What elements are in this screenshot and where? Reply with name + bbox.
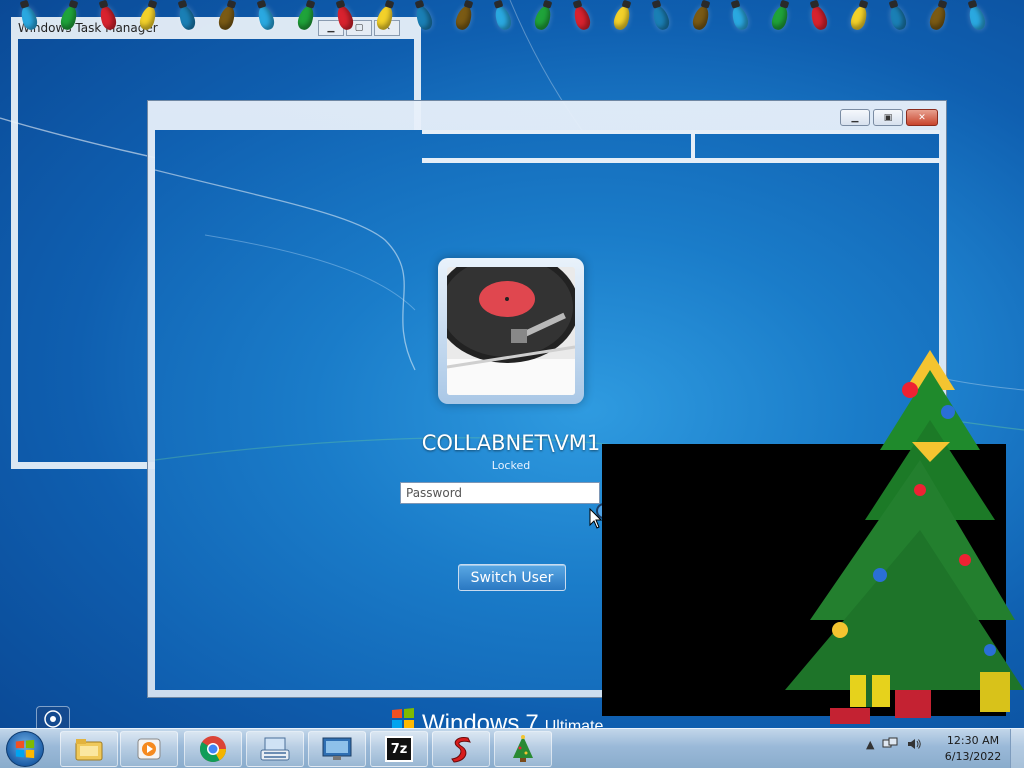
s-app-icon: [451, 737, 471, 763]
christmas-bulb: [571, 4, 593, 32]
mouse-cursor-icon: [589, 508, 603, 529]
show-desktop-button[interactable]: [1010, 729, 1024, 768]
christmas-bulb: [374, 4, 395, 32]
christmas-bulb: [255, 4, 277, 32]
user-avatar: [438, 258, 584, 404]
christmas-bulb: [453, 4, 474, 32]
show-hidden-icons-icon[interactable]: ▲: [866, 738, 874, 751]
password-field[interactable]: [400, 482, 600, 504]
chrome-icon: [199, 736, 227, 763]
inner-frame-top: [422, 130, 940, 134]
inner-frame-divider: [691, 130, 695, 160]
username-label: COLLABNET\VM1: [421, 431, 601, 455]
taskbar-slickedit[interactable]: [432, 731, 490, 767]
clock-date: 6/13/2022: [944, 750, 1002, 763]
christmas-bulb: [887, 4, 909, 32]
christmas-bulb: [729, 4, 751, 32]
on-screen-keyboard-icon: [260, 737, 290, 761]
christmas-bulb: [650, 4, 672, 32]
christmas-bulb: [966, 4, 988, 32]
taskbar-christmas-tree[interactable]: [494, 731, 552, 767]
inner-frame-bottom: [422, 158, 940, 163]
window-controls: ▁ ▣ ✕: [840, 109, 938, 126]
system-tray: ▲: [866, 737, 922, 751]
close-button[interactable]: ✕: [906, 109, 938, 126]
taskbar-chrome[interactable]: [184, 731, 242, 767]
christmas-bulb: [532, 4, 553, 32]
christmas-bulb: [97, 4, 119, 32]
taskbar-media[interactable]: [120, 731, 178, 767]
christmas-bulb: [334, 4, 356, 32]
christmas-bulb: [611, 4, 632, 32]
minimize-button[interactable]: ▁: [840, 109, 870, 126]
christmas-bulb: [216, 4, 237, 32]
maximize-button[interactable]: ▣: [873, 109, 903, 126]
windows-start-icon: [15, 739, 35, 759]
christmas-bulb: [58, 4, 79, 32]
christmas-tree-image: [785, 350, 1024, 724]
christmas-bulb: [927, 4, 948, 32]
lock-status-label: Locked: [491, 459, 531, 472]
christmas-bulb: [492, 4, 514, 32]
network-icon[interactable]: [882, 737, 898, 751]
christmas-bulb: [295, 4, 316, 32]
christmas-bulb: [808, 4, 830, 32]
christmas-bulb: [413, 4, 435, 32]
christmas-bulb: [137, 4, 158, 32]
christmas-bulb: [176, 4, 198, 32]
christmas-bulb: [769, 4, 790, 32]
taskbar-keyboard[interactable]: [246, 731, 304, 767]
taskbar: 7z ▲ 12:30 AM 6/13/2022: [0, 728, 1024, 768]
media-player-icon: [137, 738, 161, 760]
switch-user-button[interactable]: Switch User: [458, 564, 566, 591]
christmas-bulb: [18, 4, 40, 32]
christmas-bulb: [848, 4, 869, 32]
tree-icon: [513, 735, 533, 762]
christmas-lights: [0, 0, 1024, 40]
monitor-icon: [322, 737, 352, 760]
christmas-bulb: [690, 4, 711, 32]
taskbar-desktop-viewer[interactable]: [308, 731, 366, 767]
system-clock[interactable]: 12:30 AM 6/13/2022: [940, 733, 1006, 765]
taskbar-7zip[interactable]: 7z: [370, 731, 428, 767]
start-button[interactable]: [6, 731, 44, 767]
turntable-image: [447, 267, 575, 395]
folder-icon: [75, 739, 103, 761]
volume-icon[interactable]: [906, 737, 922, 751]
taskbar-explorer[interactable]: [60, 731, 118, 767]
ease-of-access-icon: [44, 710, 62, 728]
7zip-icon: 7z: [385, 736, 413, 762]
clock-time: 12:30 AM: [946, 734, 1000, 747]
